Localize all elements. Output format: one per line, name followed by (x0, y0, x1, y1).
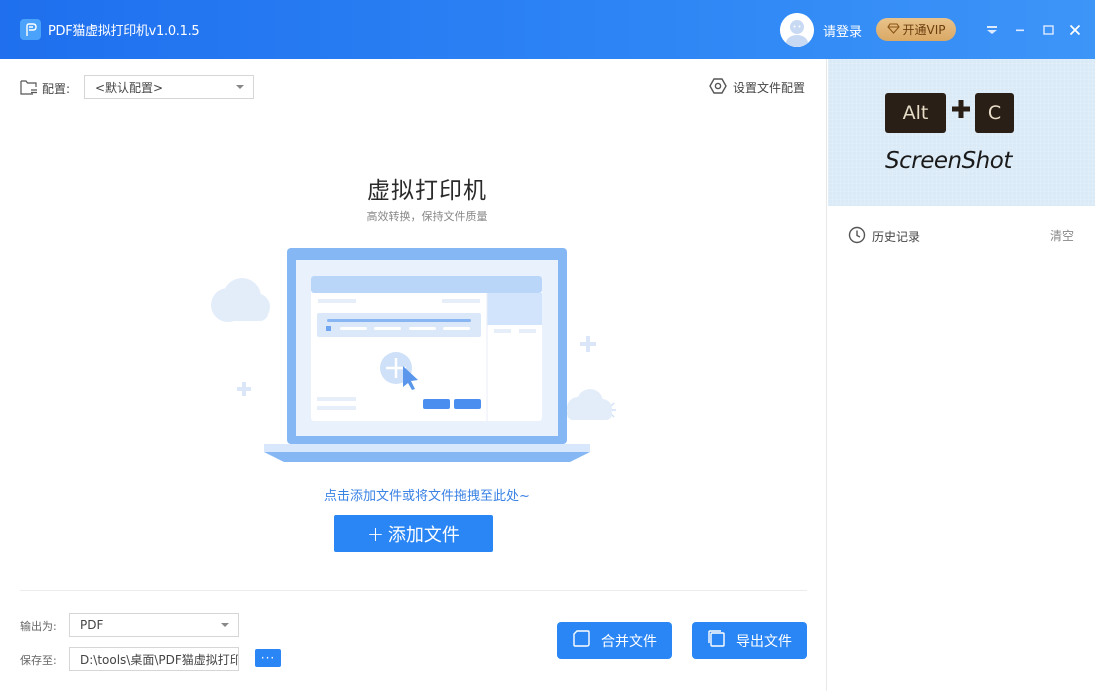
save-path-label: 保存至: (20, 654, 57, 667)
config-select-value: <默认配置> (95, 80, 164, 95)
folder-config-icon (20, 79, 38, 99)
save-path-value: D:\tools\桌面\PDF猫虚拟打印机 (80, 652, 239, 667)
app-logo-icon (20, 19, 41, 40)
merge-icon (572, 629, 591, 652)
cloud-left-icon (211, 278, 270, 322)
history-sidebar: Alt C ScreenShot 历史记录 清空 (828, 59, 1095, 691)
cloud-right-icon (567, 389, 612, 420)
maximize-icon[interactable] (1037, 19, 1059, 41)
hero-title: 虚拟打印机 (367, 178, 487, 204)
output-format-label: 输出为: (20, 620, 57, 633)
menu-dropdown-icon[interactable] (981, 19, 1003, 41)
hero-subtitle: 高效转换，保持文件质量 (366, 210, 488, 223)
browse-button[interactable]: ··· (255, 649, 281, 667)
export-files-button[interactable]: 导出文件 (692, 622, 807, 659)
login-link[interactable]: 请登录 (823, 21, 862, 40)
save-path-input[interactable]: D:\tools\桌面\PDF猫虚拟打印机 (69, 647, 239, 671)
add-file-button[interactable]: + 添加文件 (334, 515, 493, 552)
plus-icon (951, 99, 971, 119)
key-alt: Alt (885, 93, 946, 133)
add-file-label: 添加文件 (387, 524, 460, 546)
diamond-icon (886, 22, 900, 37)
export-files-label: 导出文件 (736, 633, 792, 650)
file-config-button[interactable]: 设置文件配置 (709, 78, 805, 97)
screenshot-caption: ScreenShot (885, 148, 1012, 174)
config-label: 配置: (42, 82, 71, 96)
drop-hint[interactable]: 点击添加文件或将文件拖拽至此处~ (0, 485, 854, 504)
screenshot-banner[interactable]: Alt C ScreenShot (828, 59, 1095, 206)
main-panel: 配置: <默认配置> 设置文件配置 虚拟打印机 高效转换，保持文件质量 点击添加… (0, 59, 827, 691)
output-format-select[interactable]: PDF (69, 613, 239, 637)
minimize-icon[interactable] (1009, 19, 1031, 41)
app-title: PDF猫虚拟打印机v1.0.1.5 (48, 24, 200, 39)
close-icon[interactable] (1064, 19, 1086, 41)
merge-files-label: 合并文件 (601, 633, 657, 650)
chevron-down-icon (221, 623, 229, 627)
vip-label: 开通VIP (902, 23, 946, 37)
key-c: C (975, 93, 1014, 133)
config-select[interactable]: <默认配置> (84, 75, 254, 99)
avatar[interactable] (780, 13, 814, 47)
drop-zone-illustration[interactable] (200, 240, 630, 474)
clock-icon (848, 226, 866, 247)
chevron-down-icon (236, 85, 244, 89)
plus-icon: + (367, 521, 384, 546)
clear-history-button[interactable]: 清空 (1050, 227, 1074, 244)
file-config-label: 设置文件配置 (733, 81, 806, 95)
vip-button[interactable]: 开通VIP (876, 18, 956, 41)
export-icon (707, 629, 726, 652)
title-bar: PDF猫虚拟打印机v1.0.1.5 请登录 开通VIP (0, 0, 1095, 59)
output-format-value: PDF (80, 618, 104, 632)
settings-hex-icon (709, 78, 727, 97)
divider (20, 590, 807, 591)
merge-files-button[interactable]: 合并文件 (557, 622, 672, 659)
history-header: 历史记录 (848, 226, 920, 247)
history-label: 历史记录 (872, 230, 921, 244)
